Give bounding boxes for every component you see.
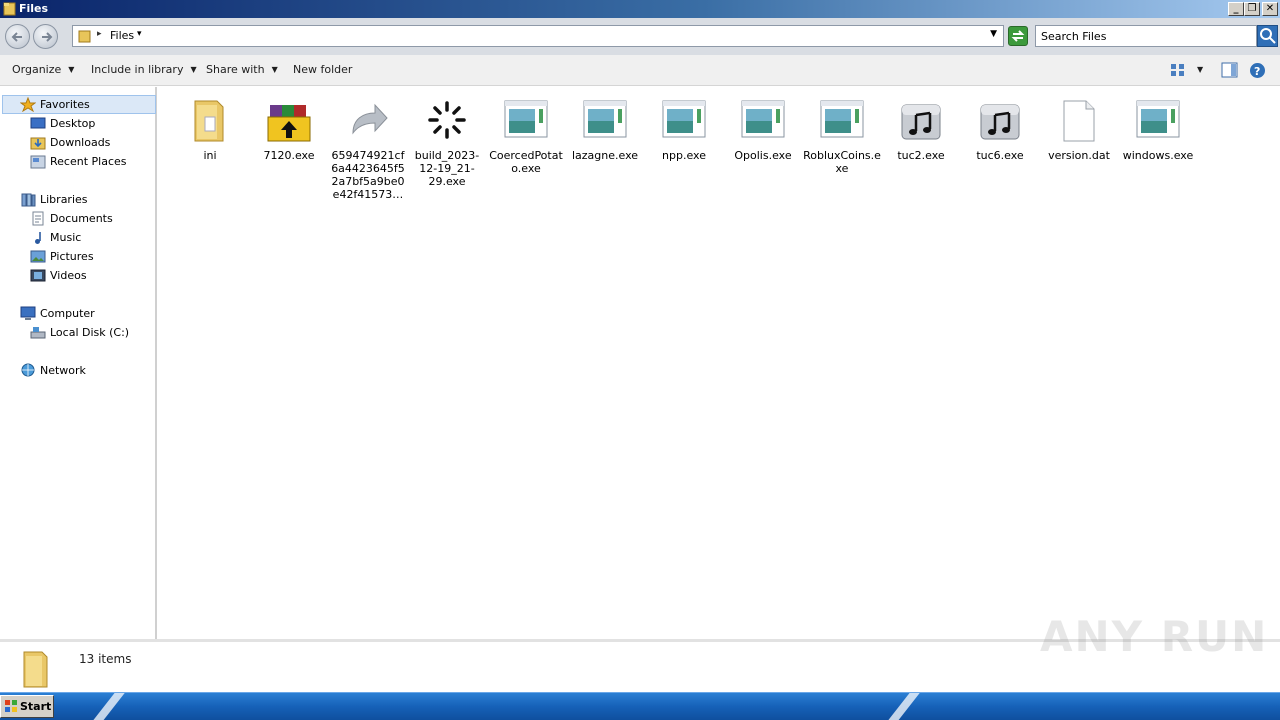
documents-icon (32, 211, 44, 226)
application-window-icon (662, 100, 706, 138)
music-note-icon (35, 232, 41, 244)
blank-file-icon (1063, 100, 1095, 142)
search-box[interactable] (1035, 25, 1257, 47)
chevron-down-icon: ▼ (271, 65, 278, 74)
application-window-icon (741, 100, 785, 138)
folder-icon (194, 100, 224, 142)
view-options-dropdown[interactable]: ▼ (1197, 65, 1203, 74)
minimize-button[interactable]: _ (1228, 2, 1244, 16)
file-item-7120-exe[interactable]: 7120.exe (250, 95, 328, 162)
search-input[interactable] (1041, 27, 1241, 45)
breadcrumb-files[interactable]: Files (110, 29, 134, 42)
file-item-version-dat[interactable]: version.dat (1040, 95, 1118, 162)
chevron-down-icon: ▼ (190, 65, 197, 74)
back-arrow-icon (11, 32, 22, 42)
breadcrumb-separator-icon[interactable]: ▸ (97, 29, 102, 39)
change-view-icon[interactable] (1170, 62, 1186, 78)
file-name: npp.exe (662, 149, 706, 162)
libraries-icon (21, 193, 36, 207)
watermark: ANY RUN (1040, 612, 1269, 661)
close-button[interactable]: ✕ (1262, 2, 1278, 16)
start-button[interactable]: Start (0, 695, 54, 718)
back-button[interactable] (5, 24, 30, 49)
file-item-npp-exe[interactable]: npp.exe (645, 95, 723, 162)
item-count: 13 items (79, 652, 132, 666)
application-window-icon (504, 100, 548, 138)
file-item-tuc6-exe[interactable]: tuc6.exe (961, 95, 1039, 162)
file-item-robluxcoins-exe[interactable]: RobluxCoins.exe (803, 95, 881, 175)
forward-button[interactable] (33, 24, 58, 49)
search-icon (1260, 28, 1276, 44)
file-name: Opolis.exe (734, 149, 792, 162)
windows-logo-icon (5, 700, 17, 712)
help-icon[interactable]: ? (1249, 62, 1266, 79)
file-item-opolis-exe[interactable]: Opolis.exe (724, 95, 802, 162)
network-icon (21, 363, 35, 377)
chevron-down-icon: ▼ (68, 65, 75, 74)
loading-spinner-icon (428, 101, 466, 139)
taskbar: Start (0, 692, 1280, 720)
recent-places-icon (30, 155, 46, 169)
share-with-menu[interactable]: Share with ▼ (206, 63, 278, 76)
computer-icon (20, 306, 36, 320)
forward-arrow-icon (42, 32, 53, 42)
application-window-icon (583, 100, 627, 138)
address-history-dropdown[interactable]: ▼ (990, 29, 997, 39)
refresh-button[interactable] (1008, 26, 1028, 46)
refresh-icon (1011, 30, 1025, 42)
file-item-ini[interactable]: ini (171, 95, 249, 162)
file-name: windows.exe (1122, 149, 1194, 162)
file-name: version.dat (1048, 149, 1110, 162)
file-item-tuc2-exe[interactable]: tuc2.exe (882, 95, 960, 162)
winrar-sfx-icon (267, 105, 311, 142)
music-file-icon (901, 104, 941, 140)
file-name: tuc2.exe (897, 149, 945, 162)
pictures-icon (30, 250, 46, 263)
command-bar: Organize ▼ Include in library ▼ Share with… (0, 55, 1280, 86)
folder-icon (78, 30, 91, 43)
videos-icon (30, 269, 46, 282)
shortcut-arrow-icon (352, 103, 388, 135)
address-row: ▸ Files ▾ ▼ (0, 18, 1280, 55)
title-bar: Files _ ❐ ✕ (0, 0, 1280, 18)
folder-icon (23, 651, 48, 688)
taskbar-streak (877, 693, 921, 720)
navigation-pane: Favorites Desktop Downloads Recent Place… (0, 87, 157, 639)
file-item-lazagne-exe[interactable]: lazagne.exe (566, 95, 644, 162)
music-file-icon (980, 104, 1020, 140)
preview-pane-icon[interactable] (1221, 62, 1238, 78)
application-window-icon (1136, 100, 1180, 138)
organize-menu[interactable]: Organize ▼ (12, 63, 74, 76)
new-folder-button[interactable]: New folder (293, 63, 352, 76)
svg-text:?: ? (1254, 65, 1260, 78)
file-name: 659474921cf6a4423645f52a7bf5a9be0e42f415… (331, 149, 405, 201)
file-name: lazagne.exe (571, 149, 639, 162)
restore-button[interactable]: ❐ (1244, 2, 1260, 16)
address-bar[interactable]: ▸ Files ▾ ▼ (72, 25, 1004, 47)
file-item-windows-exe[interactable]: windows.exe (1119, 95, 1197, 162)
application-window-icon (820, 100, 864, 138)
file-name: 7120.exe (263, 149, 315, 162)
taskbar-streak (82, 693, 126, 720)
file-item-coercedpotato-exe[interactable]: CoercedPotato.exe (487, 95, 565, 175)
chevron-down-icon[interactable]: ▾ (137, 29, 142, 39)
file-list-view[interactable]: ini 7120.exe 659474921cf6a4423645f52a7bf… (160, 87, 1280, 639)
downloads-folder-icon (30, 137, 46, 150)
file-name: RobluxCoins.exe (803, 149, 881, 175)
desktop-icon (30, 117, 46, 129)
include-in-library-menu[interactable]: Include in library ▼ (91, 63, 197, 76)
file-name: CoercedPotato.exe (489, 149, 563, 175)
search-button[interactable] (1257, 25, 1278, 47)
file-name: tuc6.exe (976, 149, 1024, 162)
hard-drive-icon (30, 327, 46, 339)
file-item-659474921cf6a4423645f52a7bf5a9be0e42f41573[interactable]: 659474921cf6a4423645f52a7bf5a9be0e42f415… (329, 95, 407, 201)
window-title: Files (19, 2, 49, 15)
star-icon (20, 97, 36, 112)
file-item-build-exe[interactable]: build_2023-12-19_21-29.exe (408, 95, 486, 188)
file-name: build_2023-12-19_21-29.exe (414, 149, 480, 188)
file-name: ini (203, 149, 217, 162)
folder-icon (3, 2, 16, 16)
